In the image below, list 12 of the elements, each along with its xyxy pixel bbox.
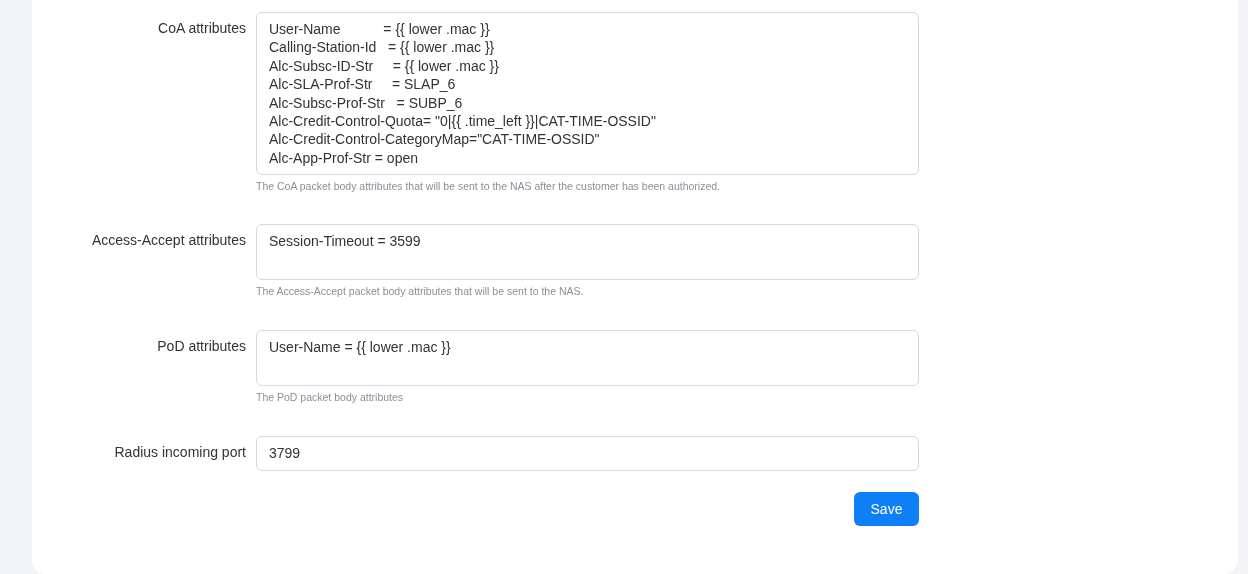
field-label: Radius incoming port bbox=[113, 443, 246, 463]
help-text: The PoD packet body attributes bbox=[256, 391, 405, 404]
text-area[interactable]: Session-Timeout = 3599 bbox=[256, 224, 919, 281]
input-field[interactable]: 3799 bbox=[256, 436, 919, 471]
save-button[interactable]: Save bbox=[854, 491, 919, 526]
text-area[interactable]: User-Name = {{ lower .mac }} Calling-Station-Id = {{ lower .mac }} Alc-Subsc-ID-Str = {{ lower .mac }} Alc-SLA-Prof-Str = SLAP_6 Alc-Subsc-Prof-Str = SUBP_6 Alc-Credit-Control-Quota= "0|{{ .time_left }}|CAT-TIME-OSSID" Alc-Credit-Control-CategoryMap="CAT-TIME-OSSID" Alc-App-Prof-Str = open bbox=[256, 12, 919, 176]
help-text: The Access-Accept packet body attributes that will be sent to the NAS. bbox=[256, 285, 585, 298]
field-label: Access-Accept attributes bbox=[90, 231, 246, 251]
text-area[interactable]: User-Name = {{ lower .mac }} bbox=[256, 330, 919, 387]
field-label: CoA attributes bbox=[157, 19, 246, 38]
help-text: The CoA packet body attributes that will be sent to the NAS after the customer has been authorized. bbox=[256, 180, 721, 193]
field-label: PoD attributes bbox=[156, 337, 246, 357]
